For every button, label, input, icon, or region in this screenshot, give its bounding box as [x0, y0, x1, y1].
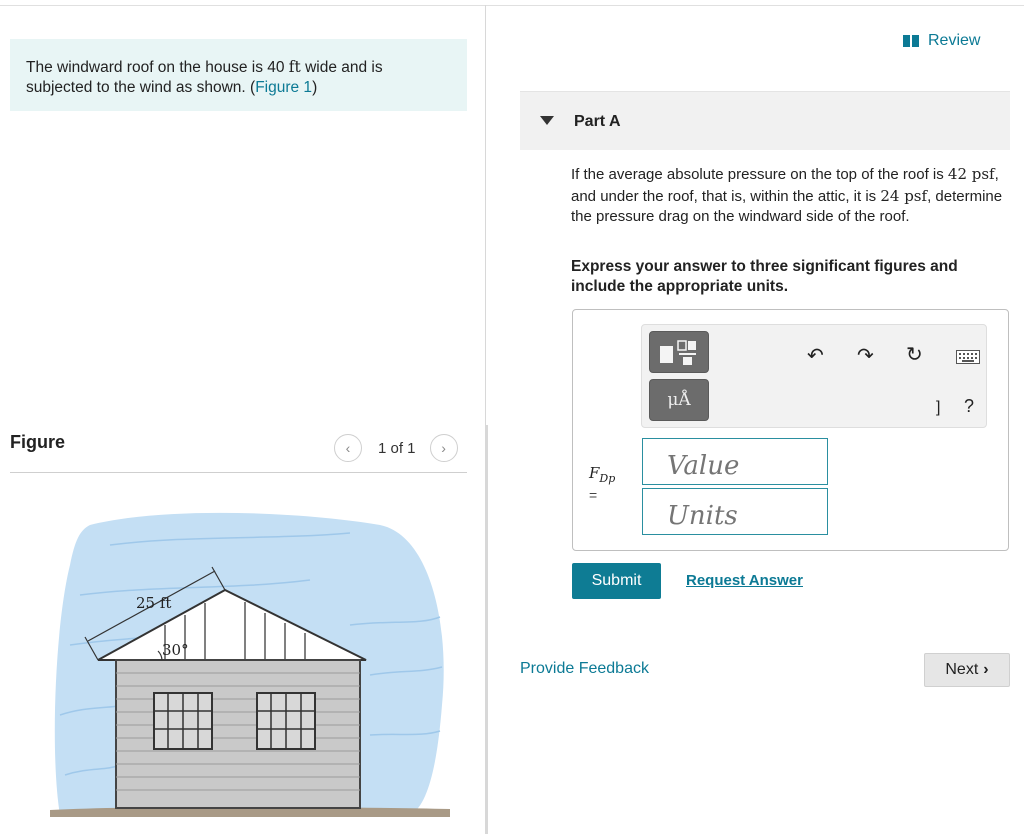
equals-sign: = — [589, 487, 598, 503]
templates-button[interactable] — [649, 331, 709, 373]
help-icon[interactable]: ? — [964, 396, 974, 417]
window-right — [256, 692, 316, 750]
prev-figure-button[interactable]: ‹ — [334, 434, 362, 462]
variable-symbol: F — [589, 464, 600, 482]
question-text: If the average absolute pressure on the … — [571, 164, 1011, 228]
figure-link[interactable]: Figure 1 — [255, 79, 312, 96]
answer-variable: FDp — [589, 464, 615, 485]
figure-rule — [10, 472, 467, 473]
pressure-attic: 24 psf — [880, 186, 928, 205]
pane-divider-scroll[interactable] — [485, 425, 488, 834]
next-label: Next — [945, 661, 979, 678]
pager-count: 1 of 1 — [378, 439, 416, 457]
book-icon — [903, 35, 919, 47]
request-answer-link[interactable]: Request Answer — [686, 572, 803, 589]
review-label: Review — [928, 32, 981, 49]
length-label: 25 ft — [136, 594, 171, 612]
units-icon: μÅ — [667, 390, 691, 410]
top-rule — [0, 5, 1024, 6]
next-button[interactable]: Next › — [924, 653, 1010, 687]
redo-icon[interactable]: ↷ — [857, 343, 874, 368]
undo-icon[interactable]: ↶ — [807, 343, 824, 368]
provide-feedback-link[interactable]: Provide Feedback — [520, 660, 649, 678]
figure-pager: ‹ 1 of 1 › — [334, 433, 458, 463]
figure-title: Figure — [10, 432, 66, 452]
chevron-right-icon: › — [441, 440, 446, 456]
problem-statement: The windward roof on the house is 40 ft … — [10, 39, 467, 111]
problem-text-3: ) — [312, 79, 318, 96]
math-toolbar: μÅ ↶ ↷ ↻ ] ? — [641, 324, 987, 428]
review-link[interactable]: Review — [902, 32, 980, 50]
collapse-triangle-icon — [540, 116, 554, 125]
part-a-header[interactable]: Part A — [520, 91, 1010, 150]
chevron-left-icon: ‹ — [345, 440, 351, 456]
part-title: Part A — [574, 113, 621, 130]
submit-button[interactable]: Submit — [572, 563, 661, 599]
value-input[interactable] — [642, 438, 828, 485]
variable-subscript: Dp — [599, 472, 616, 485]
units-button[interactable]: μÅ — [649, 379, 709, 421]
answer-instruction: Express your answer to three significant… — [571, 258, 958, 295]
bracket-glyph: ] — [936, 399, 941, 416]
house-wall — [115, 659, 361, 809]
question-part-1: If the average absolute pressure on the … — [571, 166, 948, 183]
house-figure: 25 ft 30° — [50, 512, 450, 817]
window-left — [153, 692, 213, 750]
next-figure-button[interactable]: › — [429, 434, 458, 462]
angle-label: 30° — [162, 641, 189, 659]
chevron-right-icon: › — [983, 661, 989, 678]
units-input[interactable] — [642, 488, 828, 535]
reset-icon[interactable]: ↻ — [906, 342, 923, 367]
problem-unit: ft — [288, 58, 301, 76]
keyboard-icon[interactable] — [956, 350, 980, 364]
answer-box: μÅ ↶ ↷ ↻ ] ? FDp = — [572, 309, 1009, 551]
pressure-top: 42 psf — [947, 165, 995, 183]
problem-text-1: The windward roof on the house is 40 — [26, 59, 289, 76]
templates-icon — [660, 340, 696, 365]
